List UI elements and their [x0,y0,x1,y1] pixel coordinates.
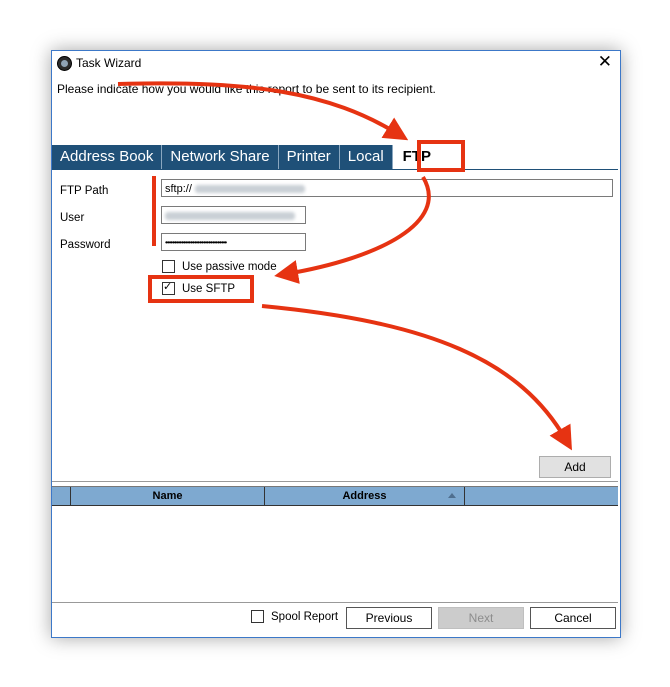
instruction-text: Please indicate how you would like this … [57,82,436,96]
ftp-path-input[interactable]: sftp:// [161,179,613,197]
spool-report-option[interactable]: Spool Report [251,610,338,623]
ftp-path-label: FTP Path [60,185,109,197]
password-input[interactable]: •••••••••••••••••••••••••••••••••• [161,233,306,251]
sort-ascending-icon [448,493,456,498]
user-input[interactable] [161,206,306,224]
fields-highlight-bar [152,176,156,246]
cancel-button[interactable]: Cancel [530,607,616,629]
spool-report-checkbox[interactable] [251,610,264,623]
tab-printer[interactable]: Printer [278,145,340,169]
task-wizard-window: Task Wizard ✕ Please indicate how you wo… [51,50,621,638]
add-button[interactable]: Add [539,456,611,478]
redacted-host [194,185,305,194]
destination-tabs: Address Book Network Share Printer Local… [52,145,441,169]
column-address-label: Address [342,490,387,502]
row-header-cell [52,487,71,505]
password-value: •••••••••••••••••••••••••••••••••• [165,238,227,247]
ftp-tab-highlight [417,140,465,172]
redacted-user [165,212,295,221]
previous-button[interactable]: Previous [346,607,432,629]
spool-report-label: Spool Report [271,610,339,623]
tab-network-share[interactable]: Network Share [162,145,279,169]
passive-mode-checkbox[interactable] [162,260,175,273]
title-bar: Task Wizard ✕ [52,51,620,75]
password-label: Password [60,239,111,251]
column-empty [465,487,618,505]
user-label: User [60,212,85,224]
passive-mode-option[interactable]: Use passive mode [162,260,277,273]
tab-address-book[interactable]: Address Book [52,145,163,169]
passive-mode-label: Use passive mode [182,260,277,273]
column-address[interactable]: Address [265,487,465,505]
column-name[interactable]: Name [71,487,265,505]
next-button[interactable]: Next [438,607,524,629]
grid-header: Name Address [52,487,618,506]
ftp-path-value: sftp:// [165,183,192,195]
recipient-grid: Name Address [52,486,618,603]
close-icon[interactable]: ✕ [598,53,612,71]
use-sftp-highlight [148,275,254,303]
tab-local[interactable]: Local [339,145,393,169]
window-title: Task Wizard [76,56,142,70]
ftp-settings-panel: FTP Path sftp:// User Password •••••••••… [52,169,618,482]
app-icon [57,56,72,71]
